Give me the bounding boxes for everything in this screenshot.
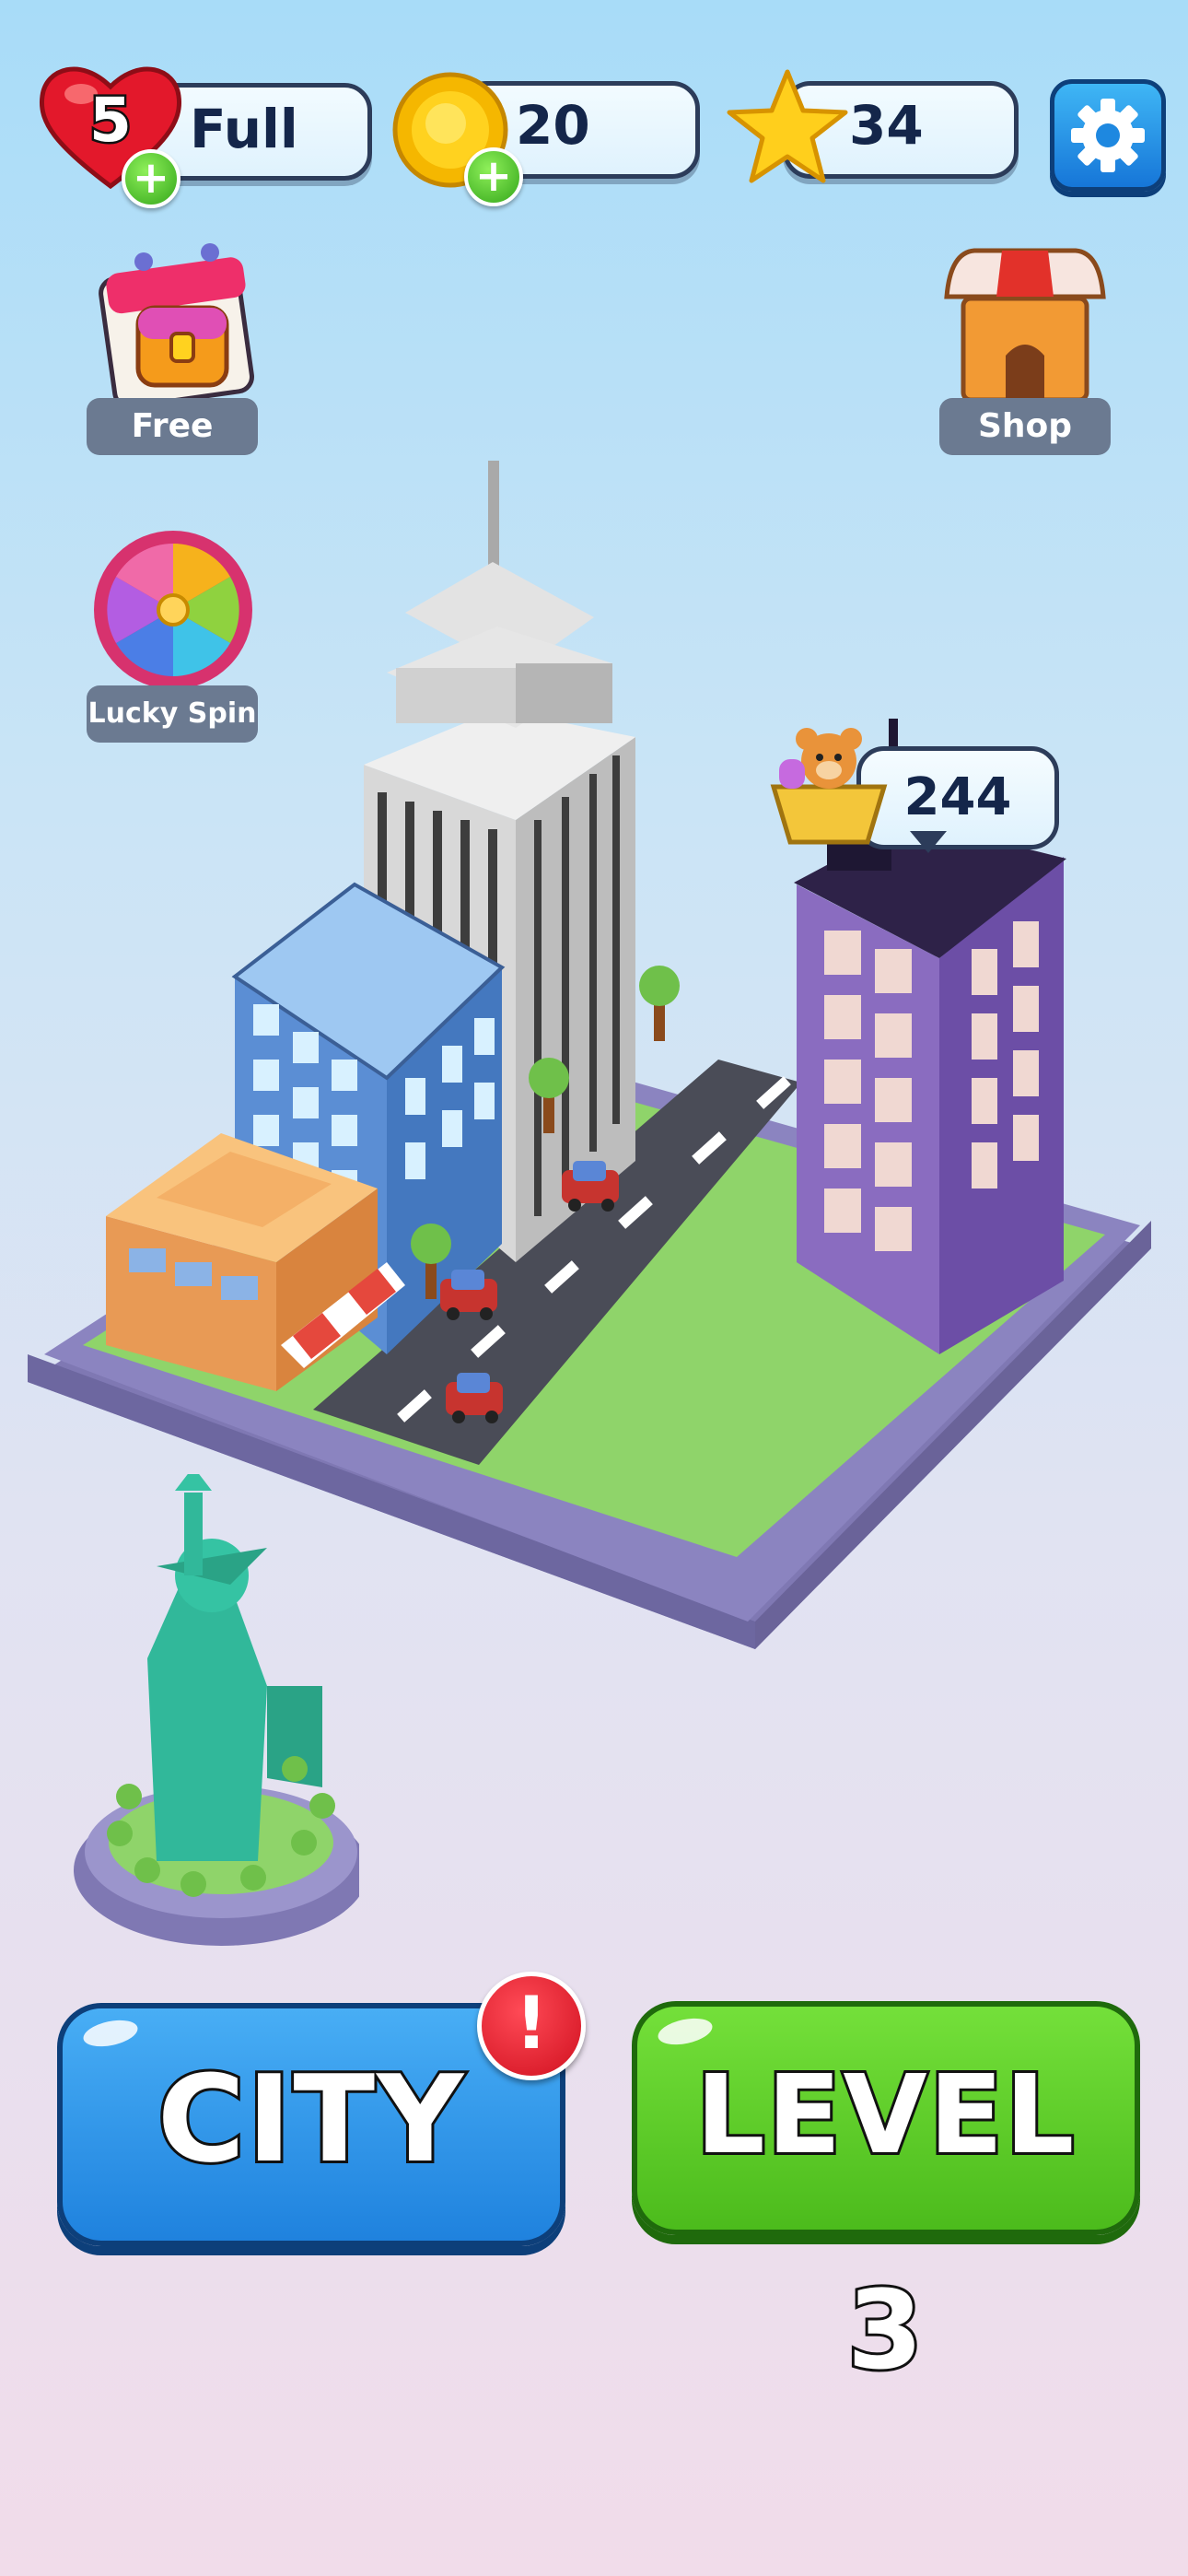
shop-button[interactable]: Shop [938,241,1112,463]
gift-calendar-icon [99,243,254,409]
shop-icon [944,248,1106,403]
coins-value: 20 [516,94,590,157]
statue-of-liberty[interactable] [46,1474,359,1990]
city-alert-badge: ! [477,1972,586,2080]
city-alert-mark: ! [515,1983,548,2066]
bubble-tail [910,831,947,853]
level-button-label: LEVEL 3 [693,2048,1077,2396]
star-icon [724,66,851,188]
level-button[interactable]: LEVEL 3 [632,2001,1140,2396]
free-gift-button[interactable]: Free [87,230,262,461]
lives-count: 5 [87,83,134,158]
add-lives-button[interactable]: + [122,149,181,208]
settings-button[interactable] [1050,79,1166,192]
gear-icon [1071,99,1145,172]
add-coins-button[interactable]: + [464,147,523,206]
toy-basket-icon [764,722,893,851]
lives-status: Full [190,98,298,160]
stars-value: 34 [849,94,924,157]
